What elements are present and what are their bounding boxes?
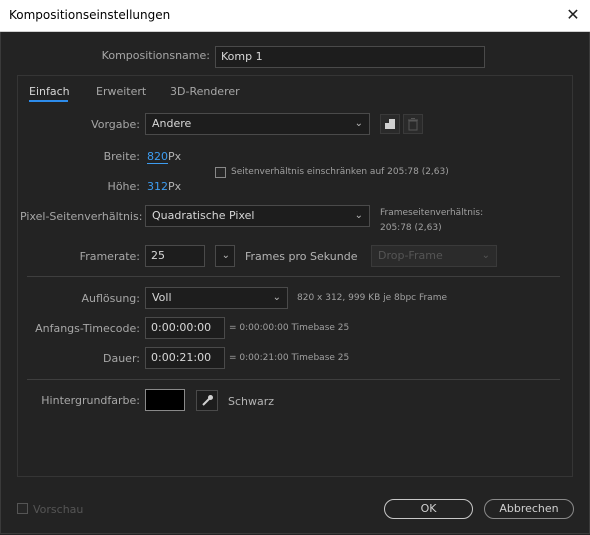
chevron-down-icon: ⌄ [272,292,281,303]
resolution-select[interactable]: Voll ⌄ [145,287,288,309]
background-color-label: Hintergrundfarbe: [41,394,140,407]
start-timecode-input[interactable]: 0:00:00:00 [145,317,225,339]
divider [27,379,560,380]
height-label: Höhe: [107,180,140,193]
chevron-down-icon: ⌄ [354,210,363,221]
height-value[interactable]: 312 [147,180,168,193]
start-timecode-label: Anfangs-Timecode: [35,322,140,335]
background-color-swatch[interactable] [145,389,185,411]
comp-name-input[interactable]: Komp 1 [215,46,485,68]
trash-icon [408,118,418,131]
tab-erweitert[interactable]: Erweitert [96,85,146,98]
framerate-label: Framerate: [79,250,140,263]
active-tab-underline [29,100,68,102]
window-title: Kompositionseinstellungen [9,8,171,22]
preview-label: Vorschau [33,503,84,516]
preset-label: Vorgabe: [91,118,140,131]
close-icon[interactable]: ✕ [561,4,585,26]
comp-name-label: Kompositionsname: [101,49,210,62]
width-unit: Px [168,150,182,163]
start-timecode-info: = 0:00:00:00 Timebase 25 [229,323,350,333]
framerate-dropdown[interactable]: ⌄ [215,245,235,267]
height-unit: Px [168,180,182,193]
chevron-down-icon: ⌄ [221,250,230,261]
lock-aspect-checkbox[interactable] [215,167,226,178]
pixel-aspect-select[interactable]: Quadratische Pixel ⌄ [145,205,370,227]
drop-frame-value: Drop-Frame [378,249,443,262]
title-bar: Kompositionseinstellungen ✕ [0,0,590,32]
preview-checkbox[interactable] [17,503,28,514]
width-value[interactable]: 820 [147,150,168,164]
resolution-value: Voll [152,291,172,304]
resolution-label: Auflösung: [81,292,140,305]
save-preset-icon [385,119,395,129]
resolution-info: 820 x 312, 999 KB je 8bpc Frame [297,293,448,303]
preset-select[interactable]: Andere ⌄ [145,113,370,135]
frame-aspect-label: Frameseitenverhältnis: [380,208,484,218]
preset-value: Andere [152,117,192,130]
background-color-name: Schwarz [228,395,275,408]
chevron-down-icon: ⌄ [481,250,490,261]
save-preset-button[interactable] [380,114,400,134]
width-label: Breite: [103,150,140,163]
ok-button[interactable]: OK [384,499,473,519]
frame-aspect-value: 205:78 (2,63) [380,223,442,233]
delete-preset-button[interactable] [403,114,423,134]
duration-input[interactable]: 0:00:21:00 [145,347,225,369]
pixel-aspect-value: Quadratische Pixel [152,209,255,222]
framerate-unit: Frames pro Sekunde [245,250,358,263]
tab-3d-renderer[interactable]: 3D-Renderer [170,85,240,98]
eyedropper-button[interactable] [196,390,218,411]
eyedropper-icon [202,395,213,406]
duration-label: Dauer: [103,352,140,365]
divider [27,276,560,277]
drop-frame-select: Drop-Frame ⌄ [371,245,497,267]
framerate-input[interactable]: 25 [145,245,205,267]
chevron-down-icon: ⌄ [354,118,363,129]
cancel-button[interactable]: Abbrechen [484,499,574,519]
lock-aspect-label: Seitenverhältnis einschränken auf 205:78… [231,167,449,177]
tab-einfach[interactable]: Einfach [29,85,70,98]
pixel-aspect-label: Pixel-Seitenverhältnis: [20,210,143,223]
duration-info: = 0:00:21:00 Timebase 25 [229,353,350,363]
